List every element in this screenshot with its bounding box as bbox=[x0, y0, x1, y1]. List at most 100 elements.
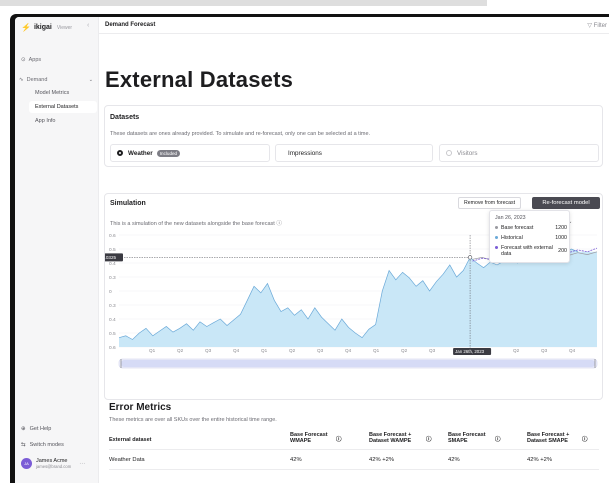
column-header-base-smape: Base Forecast SMAPE bbox=[448, 432, 494, 444]
dataset-option-weather[interactable]: Weather Included bbox=[110, 144, 270, 162]
simulation-description: This is a simulation of the new datasets… bbox=[110, 221, 282, 227]
error-metrics-title: Error Metrics bbox=[109, 402, 172, 413]
apps-icon: ⊙ bbox=[21, 57, 26, 63]
x-tick-label: Q4 bbox=[569, 348, 576, 353]
x-tick-label: Q2 bbox=[513, 348, 520, 353]
brand[interactable]: ⚡ ikigai Viewer bbox=[21, 23, 72, 32]
column-header-label: Base Forecast + Dataset SMAPE bbox=[527, 432, 570, 444]
crosshair-point bbox=[467, 255, 473, 260]
y-tick-label: 0.6 bbox=[109, 233, 116, 239]
dataset-option-label: Weather bbox=[128, 149, 153, 157]
switch-modes-link[interactable]: ⇆ Switch modes bbox=[21, 442, 64, 448]
get-help-link[interactable]: ⊕ Get Help bbox=[21, 426, 51, 432]
simulation-title: Simulation bbox=[110, 200, 146, 207]
x-tick-label: Q2 bbox=[401, 348, 408, 353]
brand-name: ikigai bbox=[33, 24, 52, 31]
user-menu[interactable]: JA James Acme james@brand.com ··· bbox=[21, 458, 85, 469]
sidebar-item-external-datasets[interactable]: External Datasets bbox=[29, 101, 97, 113]
help-icon: ⊕ bbox=[21, 426, 26, 432]
cell-base-wmape: 42% bbox=[290, 457, 302, 463]
sidebar: ⚡ ikigai Viewer ‹ ⊙ Apps ∿ Demand ⌄ Mode… bbox=[15, 17, 99, 483]
dataset-option-label: Visitors bbox=[457, 149, 478, 157]
y-tick-label: 0.5 bbox=[109, 331, 116, 337]
y-tick-label: 0.4 bbox=[109, 261, 116, 267]
x-tick-label: Q1 bbox=[373, 348, 380, 353]
switch-modes-label: Switch modes bbox=[29, 442, 64, 448]
tooltip-row-historical: Historical 1000 bbox=[495, 235, 567, 241]
y-tick-label: 0 bbox=[109, 289, 112, 295]
radio-icon bbox=[446, 150, 452, 156]
table-divider bbox=[109, 469, 599, 470]
tooltip-value: 200 bbox=[558, 248, 567, 254]
table-divider bbox=[109, 449, 599, 450]
cell-dataset-wampe: 42% +2% bbox=[369, 457, 394, 463]
x-tick-label: Q3 bbox=[541, 348, 548, 353]
tooltip-label: Base forecast bbox=[501, 225, 534, 231]
sidebar-item-model-metrics[interactable]: Model Metrics bbox=[35, 90, 69, 96]
y-tick-label: 0.6 bbox=[109, 345, 116, 351]
x-tick-label: Q3 bbox=[317, 348, 324, 353]
filter-label: Filter bbox=[593, 23, 607, 29]
column-header-label: Base Forecast + Dataset WAMPE bbox=[369, 432, 412, 444]
topbar: Demand Forecast ▽ Filter bbox=[99, 17, 609, 34]
base-dot-icon bbox=[495, 226, 498, 229]
included-badge: Included bbox=[156, 149, 181, 157]
crosshair-x-label: Jan 26th, 2023 bbox=[455, 349, 485, 354]
tooltip-label: Historical bbox=[501, 235, 523, 241]
info-icon[interactable]: ⓘ bbox=[426, 437, 432, 443]
switch-icon: ⇆ bbox=[21, 442, 26, 448]
datasets-description: These datasets are ones already provided… bbox=[110, 131, 371, 137]
external-dot-icon bbox=[495, 246, 498, 249]
background-window bbox=[0, 0, 487, 6]
sidebar-item-apps[interactable]: ⊙ Apps bbox=[21, 57, 41, 63]
x-tick-label: Q4 bbox=[345, 348, 352, 353]
error-metrics-description: These metrics are over all SKUs over the… bbox=[109, 417, 277, 423]
datasets-title: Datasets bbox=[110, 114, 140, 121]
sidebar-item-demand[interactable]: ∿ Demand ⌄ bbox=[19, 77, 97, 83]
column-header-dataset-wampe: Base Forecast + Dataset WAMPE bbox=[369, 432, 429, 444]
main-content: External Datasets Datasets These dataset… bbox=[99, 34, 609, 483]
historical-dot-icon bbox=[495, 236, 498, 239]
y-tick-label: 0.3 bbox=[109, 303, 116, 309]
info-icon[interactable]: ⓘ bbox=[495, 437, 501, 443]
x-tick-label: Q3 bbox=[429, 348, 436, 353]
historical-area bbox=[119, 249, 597, 347]
reforecast-model-button[interactable]: Re-forecast model bbox=[532, 197, 600, 209]
column-header-label: Base Forecast SMAPE bbox=[448, 432, 486, 444]
collapse-sidebar-icon[interactable]: ‹ bbox=[87, 22, 89, 29]
crosshair-y-label: 0.0325 bbox=[105, 255, 116, 260]
x-tick-label: Q2 bbox=[177, 348, 184, 353]
y-tick-label: 0.3 bbox=[109, 275, 116, 281]
logo-icon: ⚡ bbox=[21, 23, 31, 32]
info-icon[interactable]: ⓘ bbox=[582, 437, 588, 443]
column-header-dataset-smape: Base Forecast + Dataset SMAPE bbox=[527, 432, 585, 444]
avatar: JA bbox=[21, 458, 32, 469]
trend-icon: ∿ bbox=[19, 77, 24, 83]
dataset-option-visitors[interactable]: Visitors bbox=[439, 144, 599, 162]
breadcrumb: Demand Forecast bbox=[105, 22, 156, 28]
tooltip-value: 1200 bbox=[555, 225, 567, 231]
filter-icon: ▽ bbox=[587, 23, 592, 29]
cell-base-smape: 42% bbox=[448, 457, 460, 463]
x-tick-label: Q3 bbox=[205, 348, 212, 353]
x-tick-label: Q2 bbox=[289, 348, 296, 353]
filter-button[interactable]: ▽ Filter bbox=[587, 22, 607, 29]
user-email: james@brand.com bbox=[36, 464, 72, 469]
radio-selected-icon bbox=[117, 150, 123, 156]
sidebar-item-app-info[interactable]: App Info bbox=[35, 118, 56, 124]
x-tick-label: Q4 bbox=[233, 348, 240, 353]
page-title: External Datasets bbox=[105, 67, 294, 92]
chart-tooltip: Jan 26, 2023 Base forecast 1200 Historic… bbox=[489, 210, 570, 263]
sidebar-item-label: Apps bbox=[28, 57, 42, 63]
x-tick-label: Q1 bbox=[149, 348, 156, 353]
remove-from-forecast-button[interactable]: Remove from forecast bbox=[458, 197, 522, 209]
dataset-option-impressions[interactable]: Impressions bbox=[275, 144, 433, 162]
info-icon[interactable]: ⓘ bbox=[336, 437, 342, 443]
tooltip-row-external: Forecast with external data 200 bbox=[495, 245, 567, 257]
tooltip-date: Jan 26, 2023 bbox=[495, 215, 526, 221]
more-icon[interactable]: ··· bbox=[79, 461, 85, 467]
dataset-option-label: Impressions bbox=[288, 149, 322, 157]
tooltip-value: 1000 bbox=[555, 235, 567, 241]
column-header-label: Base Forecast WMAPE bbox=[290, 432, 328, 444]
column-header-dataset: External dataset bbox=[109, 437, 152, 443]
